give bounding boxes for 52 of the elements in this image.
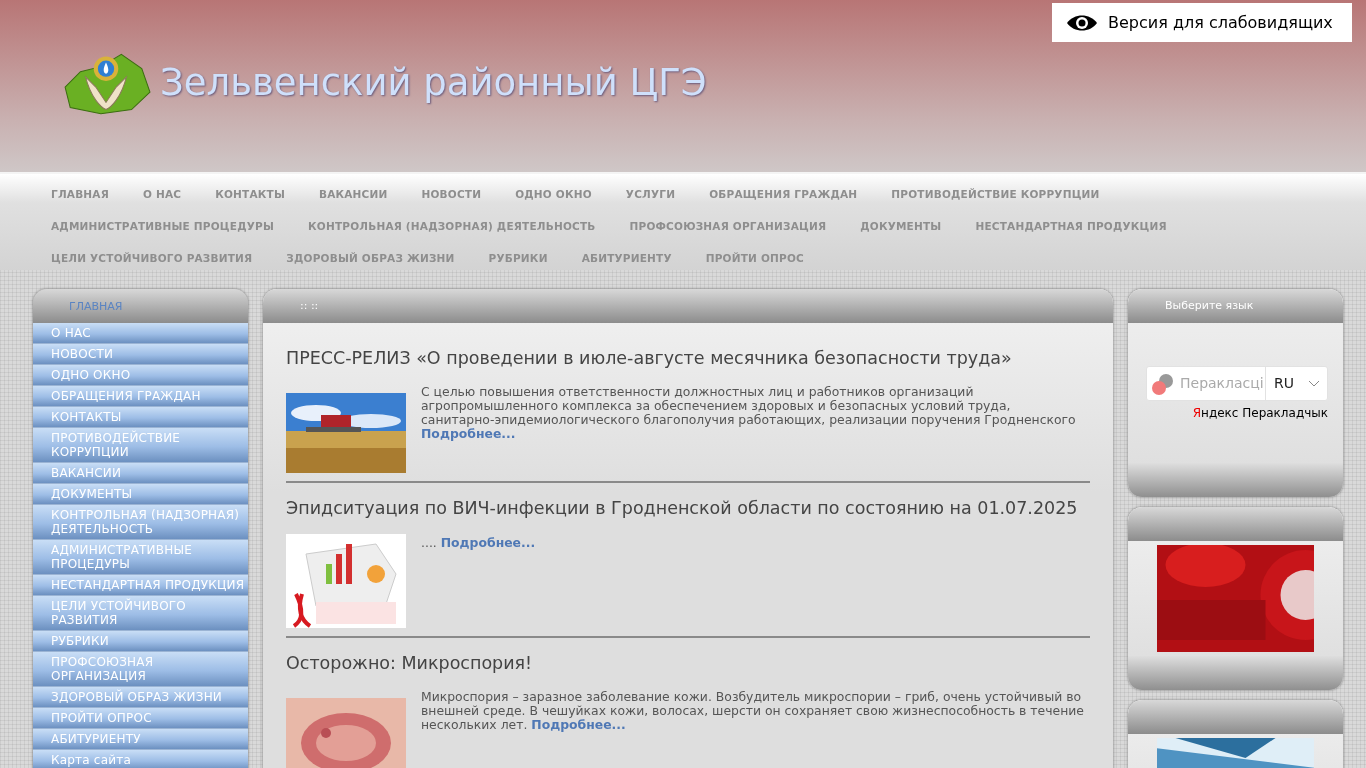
article-summary: .... Подробнее... — [421, 535, 537, 552]
sidebar-link[interactable]: НОВОСТИ — [33, 344, 248, 365]
sidebar-link[interactable]: О НАС — [33, 323, 248, 344]
sidebar-link[interactable]: ПРОФСОЮЗНАЯ ОРГАНИЗАЦИЯ — [33, 652, 248, 687]
menu-link[interactable]: ГЛАВНАЯ — [51, 187, 109, 203]
panel-title: Выберите язык — [1165, 297, 1254, 314]
site-title: Зельвенский районный ЦГЭ — [160, 60, 707, 107]
content-header-text: :: :: — [300, 297, 319, 314]
sidebar-link[interactable]: АБИТУРИЕНТУ — [33, 729, 248, 750]
menu-link[interactable]: НЕСТАНДАРТНАЯ ПРОДУКЦИЯ — [975, 219, 1167, 235]
menu-link[interactable]: ОДНО ОКНО — [515, 187, 592, 203]
article-title[interactable]: Эпидситуация по ВИЧ-инфекции в Гродненской области по состоянию на 01.07.2025 — [286, 495, 1090, 522]
sidebar-link[interactable]: РУБРИКИ — [33, 631, 248, 652]
read-more-link[interactable]: Подробнее... — [531, 716, 626, 732]
menu-link[interactable]: ПРОЙТИ ОПРОС — [705, 251, 804, 267]
sidebar-title-link[interactable]: ГЛАВНАЯ — [69, 298, 123, 316]
menu-link[interactable]: РУБРИКИ — [488, 251, 548, 267]
menu-link[interactable]: ВАКАНСИИ — [318, 187, 388, 203]
accessibility-button[interactable]: Версия для слабовидящих — [1052, 3, 1352, 42]
menu-link[interactable]: НОВОСТИ — [421, 187, 482, 203]
sidebar-link[interactable]: ПРОТИВОДЕЙСТВИЕ КОРРУПЦИИ — [33, 428, 248, 463]
sidebar-link[interactable]: ДОКУМЕНТЫ — [33, 484, 248, 505]
menu-link[interactable]: УСЛУГИ — [625, 187, 676, 203]
sidebar-link[interactable]: КОНТАКТЫ — [33, 407, 248, 428]
article-title[interactable]: Осторожно: Микроспория! — [286, 649, 1090, 676]
article-summary: С целью повышения ответственности должностных лиц и работников организаций агропромышленного комплекса за обеспечением здоровых и безопасных условий труда, санитарно-эпидемиологического благополучия работающих, реализации поручения Гродненского Подробнее... — [421, 385, 1077, 444]
sidebar-link[interactable]: ЗДОРОВЫЙ ОБРАЗ ЖИЗНИ — [33, 687, 248, 708]
menu-link[interactable]: ЗДОРОВЫЙ ОБРАЗ ЖИЗНИ — [286, 251, 455, 267]
menu-link[interactable]: ПРОТИВОДЕЙСТВИЕ КОРРУПЦИИ — [891, 187, 1100, 203]
sidebar-link[interactable]: ЦЕЛИ УСТОЙЧИВОГО РАЗВИТИЯ — [33, 596, 248, 631]
sidebar-link[interactable]: ПРОЙТИ ОПРОС — [33, 708, 248, 729]
menu-link[interactable]: ПРОФСОЮЗНАЯ ОРГАНИЗАЦИЯ — [629, 219, 827, 235]
translator-link[interactable]: Яндекс Перакладчык — [1192, 404, 1328, 422]
menu-link[interactable]: ДОКУМЕНТЫ — [860, 219, 942, 235]
menu-link[interactable]: ЦЕЛИ УСТОЙЧИВОГО РАЗВИТИЯ — [51, 251, 253, 267]
read-more-link[interactable]: Подробнее... — [440, 534, 536, 550]
menu-link[interactable]: ОБРАЩЕНИЯ ГРАЖДАН — [709, 187, 858, 203]
article-title[interactable]: ПРЕСС-РЕЛИЗ «О проведении в июле-августе месячника безопасности труда» — [286, 345, 1090, 372]
sidebar-link[interactable]: Карта сайта — [33, 750, 248, 768]
sidebar-link[interactable]: КОНТРОЛЬНАЯ (НАДЗОРНАЯ) ДЕЯТЕЛЬНОСТЬ — [33, 505, 248, 540]
sidebar-link[interactable]: НЕСТАНДАРТНАЯ ПРОДУКЦИЯ — [33, 575, 248, 596]
article-summary: Микроспория – заразное заболевание кожи. Возбудитель микроспории – гриб, очень устойчивый во внешней среде. В чешуйках кожи, волосах, шерсти он сохраняет свою жизнеспособность в течение нескольких лет. Подробнее... — [421, 689, 1085, 734]
sidebar-link[interactable]: ОБРАЩЕНИЯ ГРАЖДАН — [33, 386, 248, 407]
sidebar-link[interactable]: ОДНО ОКНО — [33, 365, 248, 386]
menu-link[interactable]: КОНТАКТЫ — [215, 187, 285, 203]
menu-link[interactable]: АБИТУРИЕНТУ — [581, 251, 672, 267]
sidebar-link[interactable]: АДМИНИСТРАТИВНЫЕ ПРОЦЕДУРЫ — [33, 540, 248, 575]
menu-link[interactable]: КОНТРОЛЬНАЯ (НАДЗОРНАЯ) ДЕЯТЕЛЬНОСТЬ — [308, 219, 596, 235]
read-more-link[interactable]: Подробнее... — [421, 426, 516, 442]
menu-link[interactable]: О НАС — [142, 187, 182, 203]
menu-link[interactable]: АДМИНИСТРАТИВНЫЕ ПРОЦЕДУРЫ — [51, 219, 274, 235]
sidebar-link[interactable]: ВАКАНСИИ — [33, 463, 248, 484]
